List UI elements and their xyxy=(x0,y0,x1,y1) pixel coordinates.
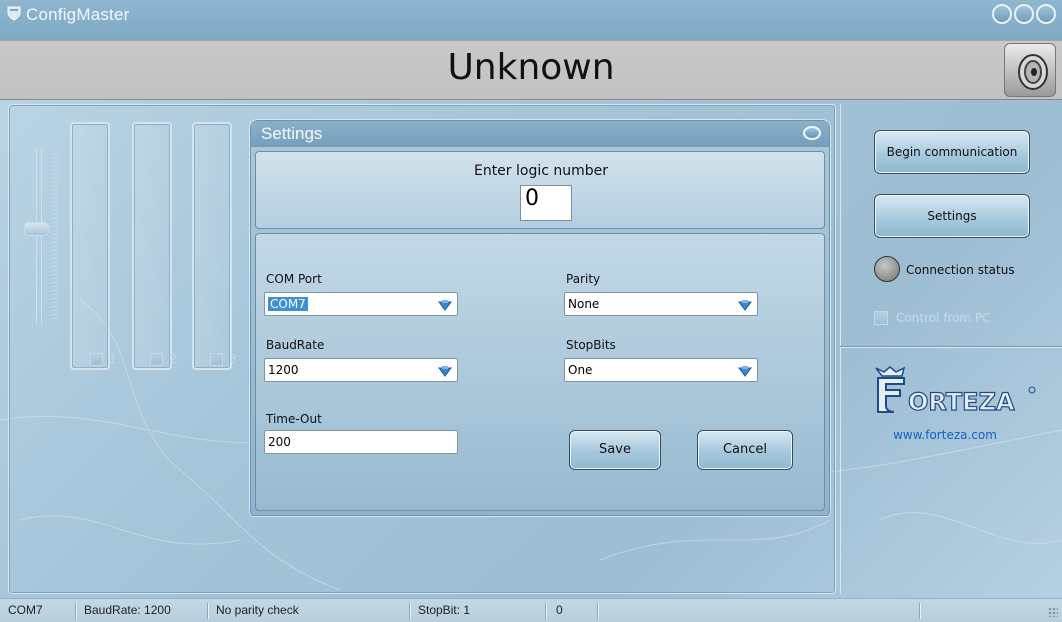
status-separator xyxy=(410,603,411,619)
baudrate-label: BaudRate xyxy=(266,338,325,352)
status-baudrate: BaudRate: 1200 xyxy=(84,603,171,617)
save-button[interactable]: Save xyxy=(569,430,661,470)
channel-bar-3 xyxy=(192,122,232,370)
checkbox-box xyxy=(210,352,223,366)
settings-dialog: Settings Enter logic number 0 COM Port C… xyxy=(250,120,830,516)
channel-label: 3 xyxy=(229,352,237,366)
status-separator xyxy=(208,603,209,619)
channel-label: 2 xyxy=(169,352,177,366)
checkbox-box xyxy=(150,352,163,366)
status-value: 0 xyxy=(556,603,563,617)
parity-value: None xyxy=(568,297,600,311)
logic-number-input[interactable]: 0 xyxy=(520,185,572,221)
control-from-pc-label: Control from PC xyxy=(896,311,991,325)
right-panel xyxy=(840,104,1062,594)
svg-text:ORTEZA: ORTEZA xyxy=(908,388,1015,416)
settings-button[interactable]: Settings xyxy=(874,194,1030,238)
window-controls xyxy=(992,4,1056,24)
com-port-select[interactable]: COM7 xyxy=(264,292,458,316)
window-title: ConfigMaster xyxy=(26,5,130,24)
parity-select[interactable]: None xyxy=(564,292,758,316)
dialog-title-bar[interactable]: Settings xyxy=(251,121,829,147)
channel-checkbox-2[interactable]: 2 xyxy=(150,352,177,366)
speaker-button[interactable] xyxy=(1004,43,1056,97)
close-button[interactable] xyxy=(1036,4,1056,24)
maximize-button[interactable] xyxy=(1014,4,1034,24)
level-slider-thumb[interactable] xyxy=(24,222,50,236)
stopbits-label: StopBits xyxy=(566,338,616,352)
serial-settings-form: COM Port COM7 Parity None BaudRate 1200 xyxy=(255,233,825,511)
checkbox-box xyxy=(90,352,103,366)
device-name-title: Unknown xyxy=(447,47,615,88)
dropdown-arrow-icon xyxy=(438,300,452,311)
minimize-button[interactable] xyxy=(992,4,1012,24)
dropdown-arrow-icon xyxy=(438,366,452,377)
checkbox-box xyxy=(874,311,888,325)
logic-number-section: Enter logic number 0 xyxy=(255,151,825,229)
status-parity: No parity check xyxy=(216,603,299,617)
connection-status-led xyxy=(874,256,900,282)
stopbits-select[interactable]: One xyxy=(564,358,758,382)
status-port: COM7 xyxy=(8,603,43,617)
com-port-label: COM Port xyxy=(266,272,322,286)
dialog-close-button[interactable] xyxy=(803,126,821,140)
channel-bar-1 xyxy=(70,122,110,370)
channel-label: 1 xyxy=(109,352,117,366)
stopbits-value: One xyxy=(568,363,593,377)
logic-number-label: Enter logic number xyxy=(473,163,609,179)
status-separator xyxy=(598,603,599,619)
dropdown-arrow-icon xyxy=(738,366,752,377)
website-link[interactable]: www.forteza.com xyxy=(870,428,1020,442)
title-bar[interactable]: ConfigMaster xyxy=(0,0,1062,40)
right-panel-divider xyxy=(840,346,1062,348)
app-shield-icon xyxy=(7,6,21,21)
connection-status-label: Connection status xyxy=(906,263,1015,277)
speaker-icon xyxy=(1018,54,1048,90)
channel-checkbox-1[interactable]: 1 xyxy=(90,352,117,366)
status-separator xyxy=(546,603,547,619)
resize-grip-icon[interactable] xyxy=(1048,607,1058,617)
begin-communication-button[interactable]: Begin communication xyxy=(874,130,1030,174)
control-from-pc-checkbox[interactable]: Control from PC xyxy=(874,311,991,325)
dropdown-arrow-icon xyxy=(738,300,752,311)
status-separator xyxy=(920,603,921,619)
parity-label: Parity xyxy=(566,272,601,286)
com-port-value: COM7 xyxy=(268,297,308,311)
status-stopbit: StopBit: 1 xyxy=(418,603,471,617)
channel-checkbox-3[interactable]: 3 xyxy=(210,352,237,366)
level-slider-ticks xyxy=(52,150,58,320)
baudrate-value: 1200 xyxy=(268,363,299,377)
dialog-title: Settings xyxy=(261,124,323,143)
timeout-input[interactable]: 200 xyxy=(264,430,458,454)
channel-bar-2 xyxy=(132,122,172,370)
status-bar: COM7 BaudRate: 1200 No parity check Stop… xyxy=(0,598,1062,622)
header-banner: Unknown xyxy=(0,40,1062,100)
cancel-button[interactable]: Cancel xyxy=(697,430,793,470)
forteza-logo: ORTEZA xyxy=(875,366,1036,417)
app-window: ConfigMaster Unknown 1 2 3 Settings Ente… xyxy=(0,0,1062,622)
timeout-label: Time-Out xyxy=(266,412,322,426)
baudrate-select[interactable]: 1200 xyxy=(264,358,458,382)
level-slider-track[interactable] xyxy=(36,148,42,324)
status-separator xyxy=(76,603,77,619)
